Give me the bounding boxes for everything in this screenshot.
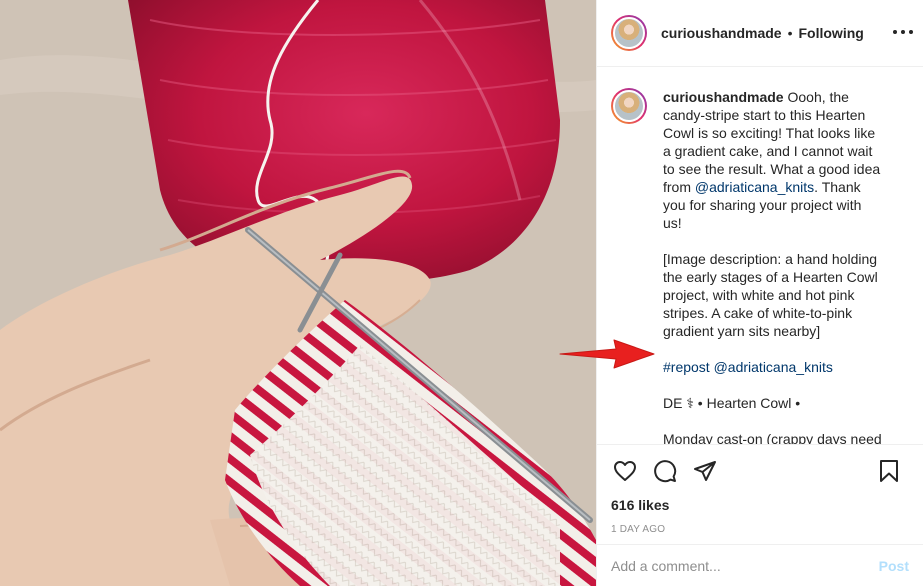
caption-paragraph-4: DE ⚕ • Hearten Cowl • xyxy=(663,395,801,411)
caption-paragraph-5: Monday cast-on (crappy days need some pr… xyxy=(663,431,882,444)
caption-hashtag[interactable]: #repost xyxy=(663,359,710,375)
caption-username[interactable]: curioushandmade xyxy=(663,89,784,105)
add-comment-bar: Post xyxy=(597,544,923,586)
comment-icon[interactable] xyxy=(651,457,679,485)
caption-image-description: [Image description: a hand holding the e… xyxy=(663,251,878,339)
following-button[interactable]: Following xyxy=(799,25,864,41)
post-header: curioushandmade • Following xyxy=(597,0,923,67)
post-side-panel: curioushandmade • Following curioushandm… xyxy=(596,0,923,586)
header-separator: • xyxy=(787,25,793,41)
header-username[interactable]: curioushandmade xyxy=(661,25,782,41)
comments-scroll[interactable]: curioushandmade Oooh, the candy-stripe s… xyxy=(597,68,923,444)
more-options-icon[interactable] xyxy=(893,22,913,42)
post-date[interactable]: 1 DAY AGO xyxy=(611,524,909,535)
post-image[interactable] xyxy=(0,0,596,586)
red-arrow-annotation-icon xyxy=(559,339,655,369)
heart-icon[interactable] xyxy=(611,457,639,485)
caption-text: curioushandmade Oooh, the candy-stripe s… xyxy=(663,88,883,444)
caption-avatar[interactable] xyxy=(611,88,647,124)
share-icon[interactable] xyxy=(691,457,719,485)
comment-input[interactable] xyxy=(611,557,871,574)
caption-mention-2[interactable]: @adriaticana_knits xyxy=(714,359,833,375)
post-actions: 616 likes 1 DAY AGO xyxy=(597,444,923,535)
post-comment-button[interactable]: Post xyxy=(879,558,909,574)
caption-mention-1[interactable]: @adriaticana_knits xyxy=(695,179,814,195)
caption-row: curioushandmade Oooh, the candy-stripe s… xyxy=(611,88,909,444)
bookmark-icon[interactable] xyxy=(875,457,903,485)
profile-avatar[interactable] xyxy=(611,15,647,51)
knitting-photo xyxy=(0,0,596,586)
likes-count[interactable]: 616 likes xyxy=(611,497,909,513)
